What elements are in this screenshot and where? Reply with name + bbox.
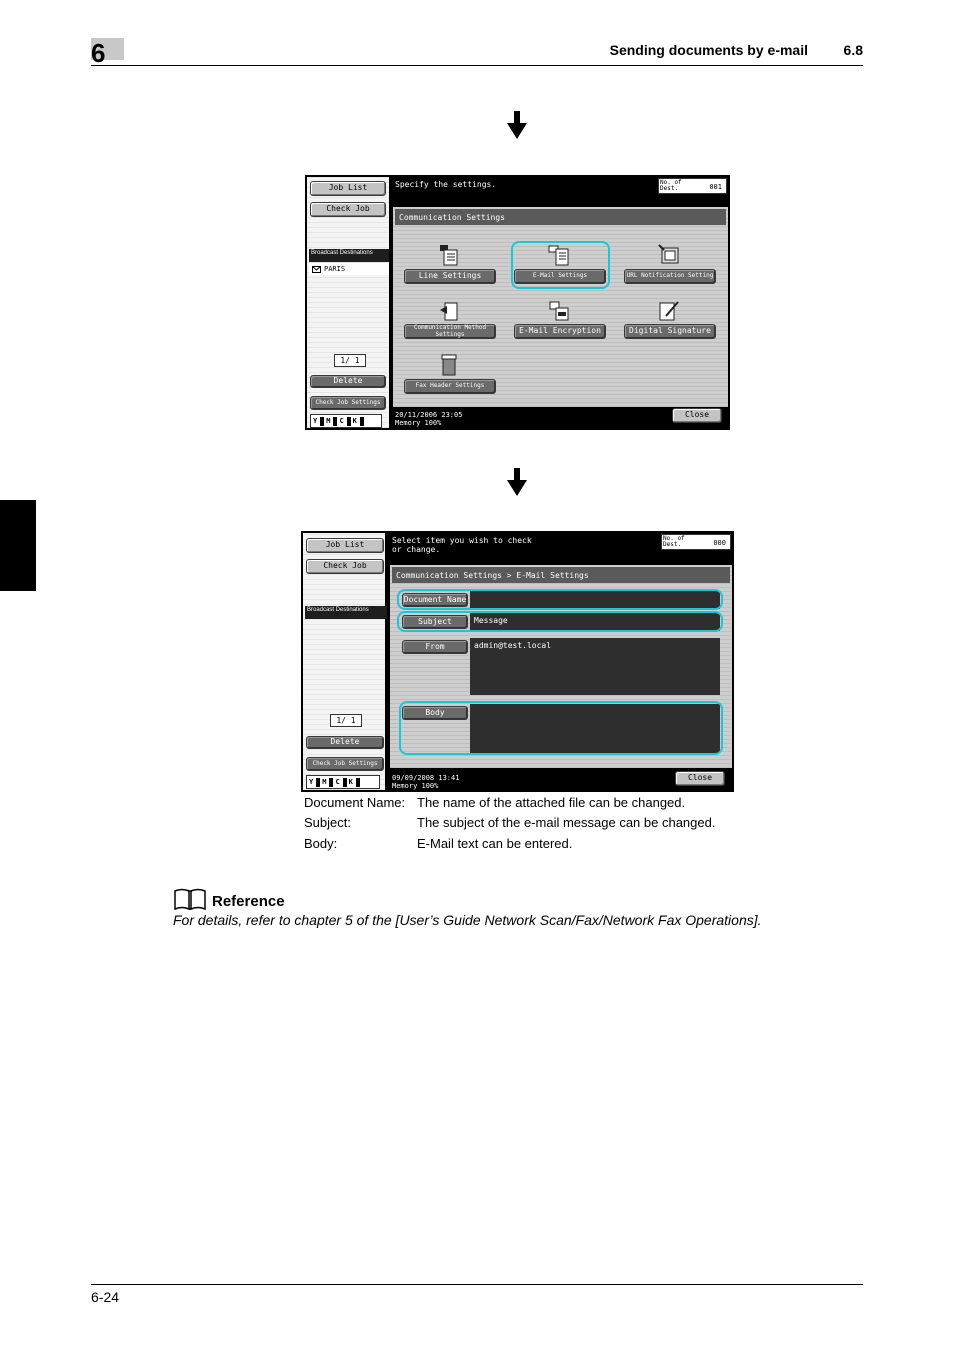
comm-method-icon (440, 302, 458, 321)
header-title: Sending documents by e-mail (609, 42, 808, 58)
no-of-dest-box: No. of Dest. 000 (661, 534, 731, 550)
delete-button[interactable]: Delete (306, 736, 384, 749)
toner-indicator: Y M C K (306, 775, 380, 789)
from-button[interactable]: From (402, 640, 468, 654)
settings-area: Communication Settings > E-Mail Settings… (390, 565, 732, 768)
description-text: The name of the attached file can be cha… (417, 795, 686, 810)
arrow-down-icon (507, 111, 527, 139)
url-notification-icon (658, 244, 679, 264)
no-of-dest-label: No. of Dest. (663, 535, 685, 548)
settings-area: Communication Settings Line Settings E-M… (393, 207, 728, 407)
description-text: The subject of the e-mail message can be… (417, 815, 716, 830)
fax-header-button[interactable]: Fax Header Settings (404, 379, 496, 394)
email-encryption-icon (549, 301, 569, 321)
title-bar: Communication Settings (395, 209, 726, 225)
left-panel: Job List Check Job Broadcast Destination… (307, 177, 389, 428)
url-notification-button[interactable]: URL Notification Setting (624, 269, 716, 284)
toner-k: K (348, 778, 353, 786)
description-term: Subject: (304, 815, 351, 830)
instruction-message: Select item you wish to check or change. (392, 536, 532, 554)
toner-indicator: Y M C K (310, 414, 382, 428)
no-of-dest-value: 000 (713, 539, 726, 547)
reference-title: Reference (212, 893, 285, 910)
comm-settings-screen: Job List Check Job Broadcast Destination… (305, 175, 730, 430)
comm-method-button[interactable]: Communication Method Settings (404, 324, 496, 339)
toner-y: Y (313, 417, 318, 425)
delete-button[interactable]: Delete (310, 375, 386, 388)
header-section: 6.8 (843, 42, 863, 58)
envelope-icon (312, 265, 321, 273)
no-of-dest-value: 001 (709, 183, 722, 191)
check-job-settings-button[interactable]: Check Job Settings (310, 396, 386, 410)
title-bar: Communication Settings > E-Mail Settings (392, 567, 730, 583)
header-rule (91, 65, 863, 66)
footer-rule (91, 1284, 863, 1285)
description-term: Body: (304, 836, 338, 851)
from-field[interactable]: admin@test.local (470, 638, 720, 695)
destination-item[interactable]: PARIS (309, 263, 389, 275)
reference-book-icon (174, 888, 206, 911)
broadcast-destinations-header: Broadcast Destinations (309, 249, 389, 262)
document-name-highlight (397, 589, 723, 610)
side-chapter-tab (0, 500, 36, 591)
toner-c: C (339, 417, 344, 425)
status-datetime: 20/11/2006 23:05 Memory 100% (395, 411, 463, 427)
status-datetime: 09/09/2008 13:41 Memory 100% (392, 774, 460, 790)
subject-highlight (397, 611, 723, 632)
toner-c: C (335, 778, 340, 786)
toner-m: M (322, 778, 327, 786)
line-settings-button[interactable]: Line Settings (404, 269, 496, 284)
description-text: E-Mail text can be entered. (417, 836, 573, 851)
toner-m: M (326, 417, 331, 425)
check-job-button[interactable]: Check Job (310, 202, 386, 217)
page-counter: 1/ 1 (334, 354, 366, 367)
email-encryption-button[interactable]: E-Mail Encryption (514, 324, 606, 339)
email-settings-highlight (511, 241, 610, 289)
arrow-down-icon (507, 468, 527, 496)
fax-header-icon (441, 354, 457, 376)
line-settings-icon (440, 245, 458, 266)
close-button[interactable]: Close (672, 408, 722, 423)
page-counter: 1/ 1 (330, 714, 362, 727)
toner-k: K (352, 417, 357, 425)
description-term: Document Name: (304, 795, 406, 810)
toner-y: Y (309, 778, 314, 786)
instruction-message: Specify the settings. (395, 180, 497, 189)
job-list-button[interactable]: Job List (310, 181, 386, 196)
description-row: Document Name: The name of the attached … (304, 795, 685, 811)
no-of-dest-label: No. of Dest. (660, 179, 682, 192)
digital-signature-icon (659, 301, 679, 321)
description-row: Subject: The subject of the e-mail messa… (304, 815, 715, 831)
email-settings-screen: Job List Check Job Broadcast Destination… (301, 531, 734, 792)
broadcast-destinations-header: Broadcast Destinations (305, 606, 387, 619)
chapter-number: 6 (91, 38, 106, 68)
close-button[interactable]: Close (675, 771, 725, 786)
job-list-button[interactable]: Job List (306, 538, 384, 553)
destination-name: PARIS (324, 265, 346, 273)
left-panel: Job List Check Job Broadcast Destination… (303, 533, 387, 790)
page-number: 6-24 (91, 1289, 120, 1305)
check-job-button[interactable]: Check Job (306, 559, 384, 574)
reference-text: For details, refer to chapter 5 of the [… (173, 912, 762, 928)
description-row: Body: E-Mail text can be entered. (304, 836, 572, 852)
body-highlight (399, 701, 723, 755)
no-of-dest-box: No. of Dest. 001 (658, 178, 727, 194)
check-job-settings-button[interactable]: Check Job Settings (306, 757, 384, 771)
digital-signature-button[interactable]: Digital Signature (624, 324, 716, 339)
